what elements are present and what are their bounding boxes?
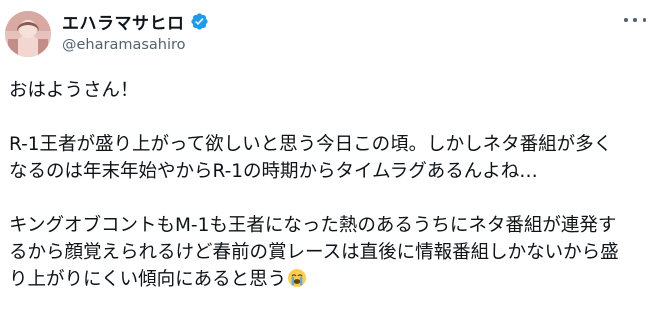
post-line: R-1王者が盛り上がって欲しいと思う今日この頃。しかしネタ番組が多く xyxy=(9,134,613,155)
post-line: キングオブコントもM-1も王者になった熱のあるうちにネタ番組が連発す xyxy=(9,215,617,236)
more-options-icon[interactable] xyxy=(624,16,646,24)
post-paragraph: R-1王者が盛り上がって欲しいと思う今日この頃。しかしネタ番組が多く なるのは年末… xyxy=(9,131,654,185)
post-greeting: おはようさん！ xyxy=(9,77,654,104)
more-dot xyxy=(624,18,628,22)
post-line: るから顔覚えられるけど春前の賞レースは直後に情報番組しかないから盛 xyxy=(9,242,619,263)
verified-badge-icon xyxy=(190,12,209,31)
author-name-row: エハラマサヒロ xyxy=(62,9,209,34)
author-handle[interactable]: @eharamasahiro xyxy=(62,37,186,53)
avatar-photo-icon xyxy=(5,11,51,57)
post-body: おはようさん！ R-1王者が盛り上がって欲しいと思う今日この頃。しかしネタ番組が… xyxy=(9,77,654,320)
post-line-text: り上がりにくい傾向にあると思う xyxy=(9,269,287,290)
more-dot xyxy=(633,18,637,22)
post-line: なるのは年末年始やからR-1の時期からタイムラグあるんよね… xyxy=(9,161,538,182)
crying-face-emoji-icon xyxy=(287,268,307,288)
avatar[interactable] xyxy=(5,11,51,57)
author-display-name[interactable]: エハラマサヒロ xyxy=(62,9,185,34)
post-line: おはようさん！ xyxy=(9,80,139,101)
post-last-line: り上がりにくい傾向にあると思う xyxy=(9,266,654,293)
post-header: エハラマサヒロ @eharamasahiro xyxy=(0,0,659,70)
post-paragraph: キングオブコントもM-1も王者になった熱のあるうちにネタ番組が連発す るから顔覚え… xyxy=(9,212,654,293)
more-dot xyxy=(642,18,646,22)
